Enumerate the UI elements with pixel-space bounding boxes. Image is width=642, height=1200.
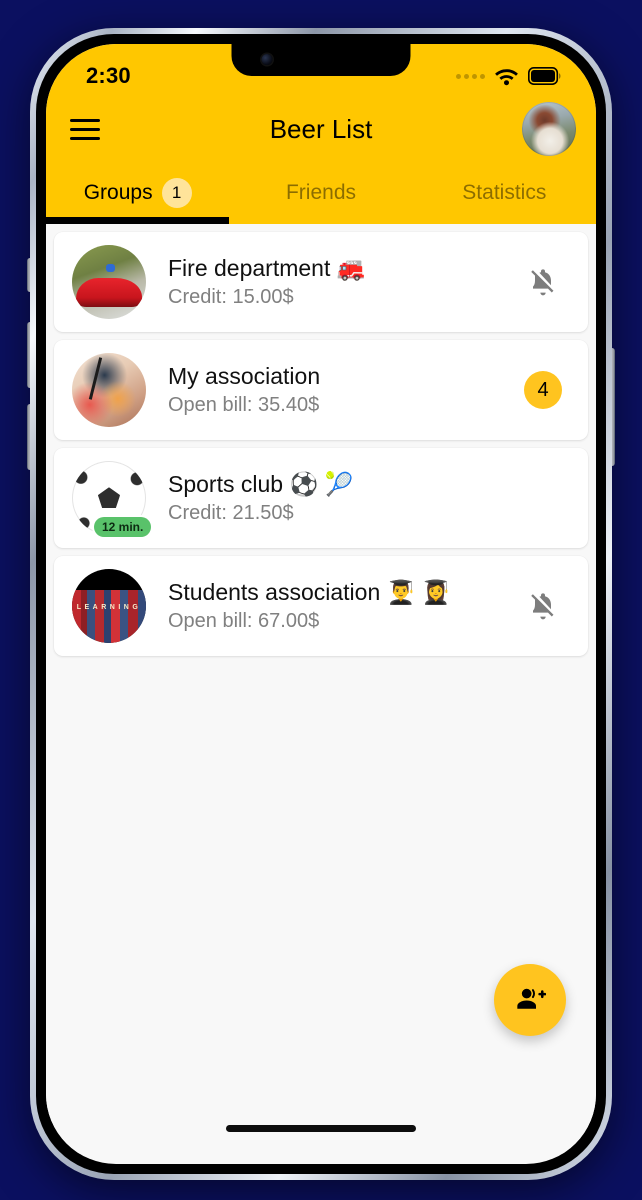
fire-truck-avatar xyxy=(72,245,146,319)
signal-dots-icon xyxy=(456,73,485,79)
bell-off-icon[interactable] xyxy=(527,590,559,622)
page-root: 2:30 Beer List Groups 1 Friends Statisti… xyxy=(0,0,642,1200)
tab-statistics[interactable]: Statistics xyxy=(413,162,596,224)
table-row[interactable]: 12 min. Sports club ⚽ 🎾 Credit: 21.50$ xyxy=(54,448,588,548)
add-group-button[interactable] xyxy=(494,964,566,1036)
tab-groups-label: Groups xyxy=(83,181,153,204)
group-name: Sports club ⚽ 🎾 xyxy=(168,471,354,498)
group-name: Fire department 🚒 xyxy=(168,255,366,282)
group-text: My association Open bill: 35.40$ xyxy=(168,363,520,416)
group-avatar-wrapper: 12 min. xyxy=(72,461,152,537)
group-balance: Credit: 21.50$ xyxy=(168,501,294,524)
time-badge: 12 min. xyxy=(94,517,152,537)
status-badge[interactable]: 4 xyxy=(524,371,562,409)
status-bar-indicators xyxy=(456,67,562,86)
status-bar-clock: 2:30 xyxy=(86,63,131,88)
group-trailing: 4 xyxy=(520,371,566,409)
page-title: Beer List xyxy=(269,113,373,144)
group-avatar-wrapper xyxy=(72,353,146,427)
tab-friends[interactable]: Friends xyxy=(229,162,412,224)
display-notch xyxy=(231,44,411,76)
group-text: Students association 👨‍🎓 👩‍🎓 Open bill: … xyxy=(168,579,520,632)
group-name: My association xyxy=(168,363,321,390)
phone-screen: 2:30 Beer List Groups 1 Friends Statisti… xyxy=(46,44,596,1164)
group-text: Fire department 🚒 Credit: 15.00$ xyxy=(168,255,520,308)
home-indicator-area xyxy=(46,1102,596,1154)
status-bar: 2:30 xyxy=(46,44,596,96)
table-row[interactable]: Fire department 🚒 Credit: 15.00$ xyxy=(54,232,588,332)
app-bar: Beer List xyxy=(46,96,596,162)
tab-friends-label: Friends xyxy=(285,181,356,204)
home-indicator[interactable] xyxy=(226,1124,416,1132)
group-avatar-wrapper xyxy=(72,245,146,319)
profile-avatar[interactable] xyxy=(522,102,576,156)
group-text: Sports club ⚽ 🎾 Credit: 21.50$ xyxy=(168,471,520,524)
table-row[interactable]: Students association 👨‍🎓 👩‍🎓 Open bill: … xyxy=(54,556,588,656)
books-learning-avatar xyxy=(72,569,146,643)
group-balance: Open bill: 35.40$ xyxy=(168,393,320,416)
tab-groups-badge: 1 xyxy=(161,178,192,208)
bell-off-icon[interactable] xyxy=(527,266,559,298)
group-list: Fire department 🚒 Credit: 15.00$ My asso… xyxy=(46,224,596,1102)
front-camera-icon xyxy=(261,53,273,65)
person-add-icon xyxy=(517,988,546,1009)
tab-groups[interactable]: Groups 1 xyxy=(46,162,229,224)
tab-statistics-label: Statistics xyxy=(462,181,547,204)
group-balance: Open bill: 67.00$ xyxy=(168,609,320,632)
group-avatar-wrapper xyxy=(72,569,146,643)
battery-full-icon xyxy=(528,67,561,85)
group-trailing xyxy=(520,590,566,622)
group-trailing xyxy=(520,266,566,298)
wifi-icon xyxy=(495,68,518,85)
hamburger-menu-icon[interactable] xyxy=(70,113,100,146)
tab-active-indicator xyxy=(46,217,230,224)
drinks-cheers-avatar xyxy=(72,353,146,427)
group-balance: Credit: 15.00$ xyxy=(168,285,294,308)
group-name: Students association 👨‍🎓 👩‍🎓 xyxy=(168,579,451,606)
table-row[interactable]: My association Open bill: 35.40$ 4 xyxy=(54,340,588,440)
tab-bar: Groups 1 Friends Statistics xyxy=(46,162,596,224)
